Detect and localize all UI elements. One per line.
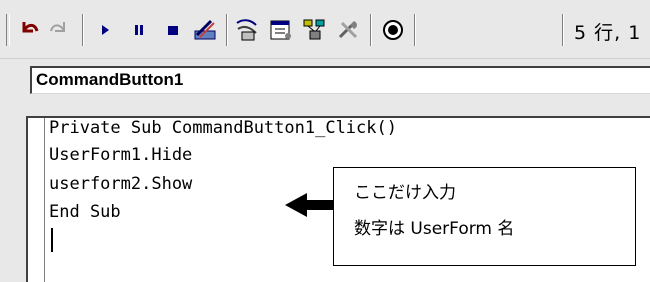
- annotation-arrow: [285, 193, 335, 217]
- callout-text-line2: 数字は UserForm 名: [354, 219, 515, 239]
- object-dropdown-value: CommandButton1: [36, 70, 184, 89]
- design-mode-icon[interactable]: [190, 14, 220, 46]
- object-browser-icon[interactable]: [300, 14, 330, 46]
- code-line[interactable]: Private Sub CommandButton1_Click(): [49, 118, 397, 138]
- stop-icon[interactable]: [158, 14, 188, 46]
- help-icon[interactable]: [378, 14, 408, 46]
- toolbar-separator: [226, 14, 228, 46]
- properties-icon[interactable]: [266, 14, 296, 46]
- standard-toolbar: 5 行, 1: [0, 0, 650, 58]
- code-line[interactable]: userform2.Show: [49, 174, 192, 194]
- toolbar-grip[interactable]: [6, 14, 10, 46]
- code-line[interactable]: UserForm1.Hide: [49, 145, 192, 165]
- text-caret: [51, 228, 53, 252]
- object-dropdown[interactable]: CommandButton1: [30, 66, 650, 94]
- toolbar-separator: [414, 14, 416, 46]
- margin-indicator-bar[interactable]: [28, 118, 45, 282]
- toolbar-separator: [82, 14, 84, 46]
- toolbar-separator: [370, 14, 372, 46]
- cursor-position-indicator: 5 行, 1: [574, 22, 642, 44]
- annotation-callout: ここだけ入力 数字は UserForm 名: [333, 167, 636, 266]
- code-line[interactable]: End Sub: [49, 202, 121, 222]
- undo-icon[interactable]: [14, 14, 44, 46]
- run-icon[interactable]: [90, 14, 120, 46]
- callout-text-line1: ここだけ入力: [354, 183, 456, 203]
- toolbar-separator: [562, 14, 564, 46]
- project-explorer-icon[interactable]: [232, 14, 262, 46]
- toolbox-icon[interactable]: [334, 14, 364, 46]
- pause-icon[interactable]: [124, 14, 154, 46]
- redo-icon[interactable]: [44, 14, 74, 46]
